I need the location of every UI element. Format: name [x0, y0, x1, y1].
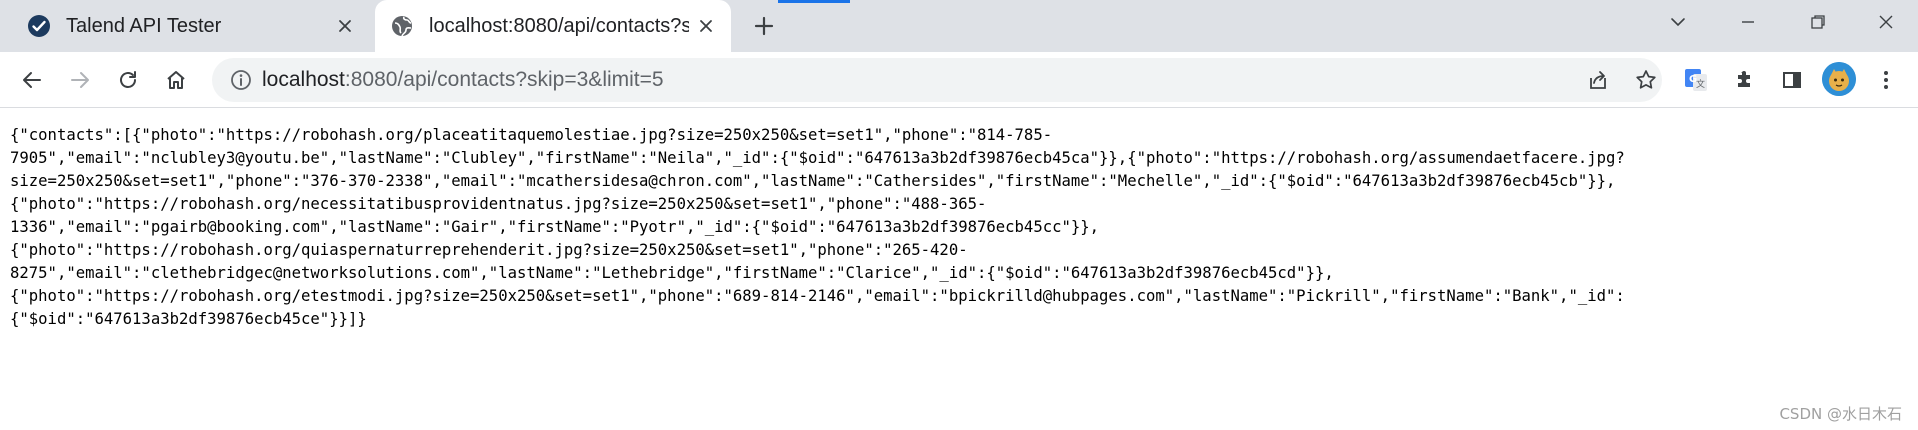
google-translate-icon[interactable]: G文	[1678, 62, 1714, 98]
response-line: {"$oid":"647613a3b2df39876ecb45ce"}}]}	[10, 310, 367, 328]
close-window-icon[interactable]	[1864, 4, 1908, 40]
tab-title: localhost:8080/api/contacts?skip=3&limit…	[429, 14, 689, 37]
url-path: :8080/api/contacts?skip=3&limit=5	[344, 68, 664, 91]
globe-icon	[389, 13, 415, 39]
home-icon[interactable]	[158, 62, 194, 98]
response-line: 1336","email":"pgairb@booking.com","last…	[10, 218, 1100, 236]
address-bar[interactable]: localhost:8080/api/contacts?skip=3&limit…	[212, 58, 1662, 102]
forward-arrow-icon[interactable]	[62, 62, 98, 98]
response-line: 8275","email":"clethebridgec@networksolu…	[10, 264, 1334, 282]
svg-text:文: 文	[1696, 78, 1705, 90]
more-menu-icon[interactable]	[1868, 62, 1904, 98]
response-line: {"photo":"https://robohash.org/necessita…	[10, 195, 987, 213]
close-icon[interactable]	[332, 13, 358, 39]
back-arrow-icon[interactable]	[14, 62, 50, 98]
share-icon[interactable]	[1584, 66, 1612, 94]
loading-indicator	[778, 0, 850, 3]
close-icon[interactable]	[693, 13, 719, 39]
talend-check-icon	[26, 13, 52, 39]
tab-search-chevron-icon[interactable]	[1656, 4, 1700, 40]
response-line: {"photo":"https://robohash.org/etestmodi…	[10, 287, 1625, 305]
response-line: 7905","email":"nclubley3@youtu.be","last…	[10, 149, 1625, 167]
bookmark-star-icon[interactable]	[1632, 66, 1660, 94]
info-icon[interactable]	[230, 69, 252, 91]
tab-title: Talend API Tester	[66, 14, 222, 37]
url-host: localhost	[262, 68, 345, 91]
response-line: {"photo":"https://robohash.org/quiaspern…	[10, 241, 968, 259]
response-line: {"contacts":[{"photo":"https://robohash.…	[10, 126, 1053, 144]
url-text[interactable]: localhost:8080/api/contacts?skip=3&limit…	[262, 58, 664, 102]
reload-icon[interactable]	[110, 62, 146, 98]
json-response-body: {"contacts":[{"photo":"https://robohash.…	[10, 124, 1910, 331]
restore-icon[interactable]	[1796, 4, 1840, 40]
extensions-puzzle-icon[interactable]	[1726, 62, 1762, 98]
csdn-watermark: CSDN @水日木石	[1779, 405, 1902, 423]
response-line: size=250x250&set=set1","phone":"376-370-…	[10, 172, 1616, 190]
minimize-icon[interactable]	[1726, 4, 1770, 40]
tab-strip: Talend API Tester localhost:8080/api/con…	[0, 0, 1918, 52]
tab-localhost-contacts[interactable]: localhost:8080/api/contacts?skip=3&limit…	[375, 0, 731, 52]
browser-toolbar: localhost:8080/api/contacts?skip=3&limit…	[0, 52, 1918, 108]
profile-avatar[interactable]	[1822, 62, 1856, 96]
tab-talend-api-tester[interactable]: Talend API Tester	[0, 0, 370, 52]
side-panel-icon[interactable]	[1774, 62, 1810, 98]
new-tab-plus-icon[interactable]	[748, 10, 780, 42]
